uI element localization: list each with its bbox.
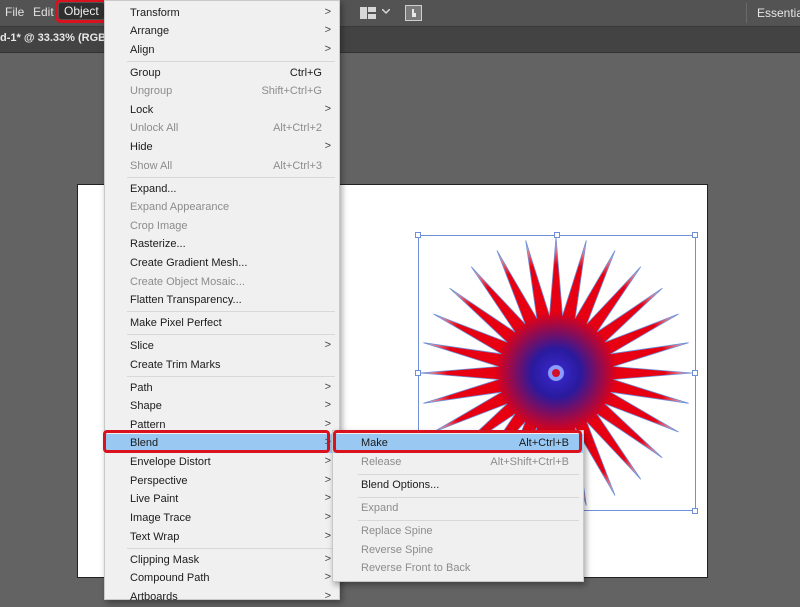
menu-separator bbox=[127, 334, 335, 335]
chevron-right-icon: > bbox=[324, 590, 331, 602]
menu-item-unlock-all: Unlock All Alt+Ctrl+2 bbox=[130, 122, 322, 134]
menu-item-make-pixel-perfect[interactable]: Make Pixel Perfect bbox=[105, 314, 339, 333]
menu-item-expand-appearance: Expand Appearance bbox=[130, 201, 230, 213]
touch-workspace-icon[interactable] bbox=[405, 5, 422, 21]
menu-separator bbox=[358, 520, 579, 521]
menu-edit[interactable]: Edit bbox=[33, 5, 54, 19]
submenu-item-replace-spine: Replace Spine bbox=[361, 525, 433, 537]
resize-handle-tr[interactable] bbox=[692, 232, 698, 238]
menu-object[interactable]: Object bbox=[55, 0, 108, 23]
chevron-right-icon: > bbox=[324, 418, 331, 430]
menu-item-path[interactable]: Path > bbox=[105, 379, 339, 398]
menu-item-rasterize[interactable]: Rasterize... bbox=[105, 235, 339, 254]
menu-item-show-all: Show All Alt+Ctrl+3 bbox=[130, 160, 322, 172]
menu-separator bbox=[127, 311, 335, 312]
menu-item-shape[interactable]: Shape > bbox=[105, 397, 339, 416]
menu-item-transform[interactable]: Transform > bbox=[105, 4, 339, 23]
document-tab[interactable]: d-1* @ 33.33% (RGB/G bbox=[0, 32, 118, 44]
menu-item-align[interactable]: Align > bbox=[105, 41, 339, 60]
arrange-documents-icon[interactable] bbox=[360, 6, 376, 20]
chevron-right-icon: > bbox=[324, 381, 331, 393]
chevron-right-icon: > bbox=[324, 24, 331, 36]
chevron-right-icon: > bbox=[324, 103, 331, 115]
submenu-item-expand: Expand bbox=[361, 502, 399, 514]
menu-item-artboards[interactable]: Artboards > bbox=[105, 588, 339, 607]
menu-item-hide[interactable]: Hide > bbox=[105, 138, 339, 157]
menu-item-create-gradient-mesh[interactable]: Create Gradient Mesh... bbox=[105, 254, 339, 273]
workspace-switcher[interactable]: Essentials bbox=[757, 6, 800, 20]
menu-separator bbox=[127, 61, 335, 62]
menu-item-perspective[interactable]: Perspective > bbox=[105, 472, 339, 491]
submenu-item-release: Release Alt+Shift+Ctrl+B bbox=[361, 456, 569, 468]
chevron-right-icon: > bbox=[324, 553, 331, 565]
chevron-right-icon: > bbox=[324, 339, 331, 351]
menu-item-text-wrap[interactable]: Text Wrap > bbox=[105, 528, 339, 547]
menu-item-ungroup: Ungroup Shift+Ctrl+G bbox=[130, 85, 322, 97]
chevron-right-icon: > bbox=[324, 399, 331, 411]
menu-separator bbox=[127, 177, 335, 178]
menu-item-envelope-distort[interactable]: Envelope Distort > bbox=[105, 453, 339, 472]
chevron-right-icon: > bbox=[324, 511, 331, 523]
chevron-right-icon: > bbox=[324, 140, 331, 152]
menu-item-arrange[interactable]: Arrange > bbox=[105, 22, 339, 41]
blend-callout-highlight bbox=[103, 430, 330, 453]
submenu-item-reverse-spine: Reverse Spine bbox=[361, 544, 434, 556]
chevron-down-icon[interactable] bbox=[382, 9, 390, 15]
menu-item-create-trim-marks[interactable]: Create Trim Marks bbox=[105, 356, 339, 375]
chevron-right-icon: > bbox=[324, 492, 331, 504]
resize-handle-r[interactable] bbox=[692, 370, 698, 376]
menu-separator bbox=[127, 548, 335, 549]
object-menu: Transform > Arrange > Align > Group Ctrl+G U… bbox=[104, 0, 340, 603]
resize-handle-t[interactable] bbox=[554, 232, 560, 238]
chevron-right-icon: > bbox=[324, 474, 331, 486]
menu-item-image-trace[interactable]: Image Trace > bbox=[105, 509, 339, 528]
resize-handle-l[interactable] bbox=[415, 370, 421, 376]
menu-item-live-paint[interactable]: Live Paint > bbox=[105, 490, 339, 509]
chevron-right-icon: > bbox=[324, 6, 331, 18]
resize-handle-br[interactable] bbox=[692, 508, 698, 514]
workspace-divider bbox=[746, 3, 747, 23]
submenu-item-blend-options[interactable]: Blend Options... bbox=[333, 476, 583, 495]
menu-item-group[interactable]: Group Ctrl+G bbox=[105, 64, 339, 83]
make-callout-highlight bbox=[333, 430, 582, 453]
menu-item-compound-path[interactable]: Compound Path > bbox=[105, 569, 339, 588]
chevron-right-icon: > bbox=[324, 43, 331, 55]
chevron-right-icon: > bbox=[324, 530, 331, 542]
menu-file[interactable]: File bbox=[5, 5, 24, 19]
chevron-right-icon: > bbox=[324, 571, 331, 583]
chevron-right-icon: > bbox=[324, 455, 331, 467]
menu-separator bbox=[127, 376, 335, 377]
menu-item-create-object-mosaic: Create Object Mosaic... bbox=[130, 276, 245, 288]
menu-separator bbox=[358, 474, 579, 475]
menu-item-flatten-transparency[interactable]: Flatten Transparency... bbox=[105, 291, 339, 310]
menu-separator bbox=[358, 497, 579, 498]
menu-item-clipping-mask[interactable]: Clipping Mask > bbox=[105, 551, 339, 570]
submenu-item-reverse-front-to-back: Reverse Front to Back bbox=[361, 562, 471, 574]
menu-item-lock[interactable]: Lock > bbox=[105, 101, 339, 120]
menu-item-slice[interactable]: Slice > bbox=[105, 337, 339, 356]
menu-item-expand[interactable]: Expand... bbox=[105, 180, 339, 199]
menu-item-crop-image: Crop Image bbox=[130, 220, 188, 232]
resize-handle-tl[interactable] bbox=[415, 232, 421, 238]
